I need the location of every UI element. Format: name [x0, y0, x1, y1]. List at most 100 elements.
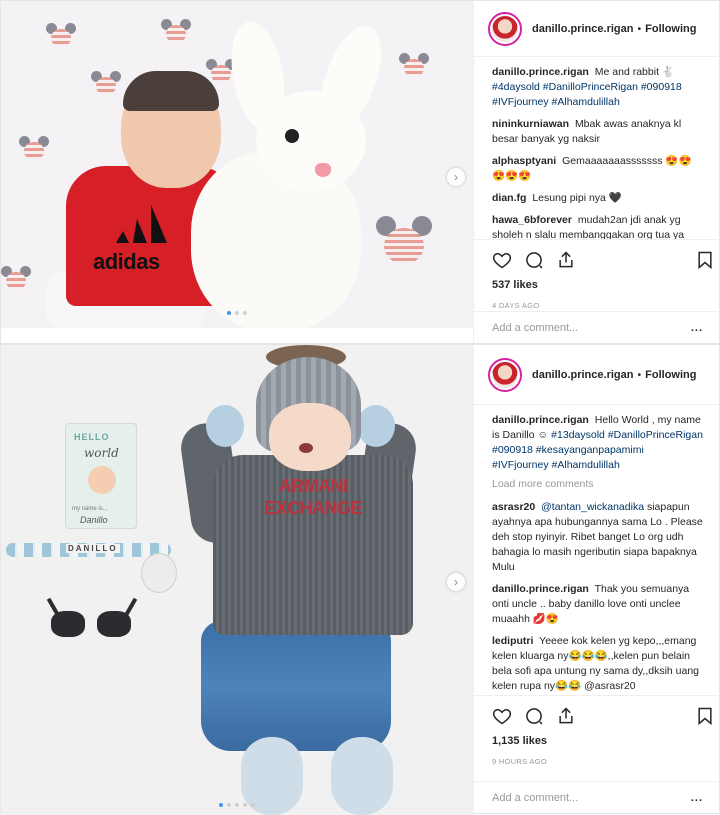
add-comment-bar: Add a comment... ...	[474, 311, 720, 343]
blanket-pattern	[161, 19, 191, 43]
comment-user[interactable]: danillo.prince.rigan	[492, 583, 589, 595]
comment-user[interactable]: hawa_6bforever	[492, 214, 572, 226]
list-item: lediputri Yeeee kok kelen yg kepo,,,eman…	[492, 634, 703, 695]
card-myname-text: my name is...	[72, 506, 108, 512]
caption-hashtags[interactable]: #4daysold #DanilloPrinceRigan #090918 #I…	[492, 81, 682, 108]
jeans	[201, 621, 391, 751]
comments-list[interactable]: danillo.prince.rigan Me and rabbit 🐇 #4d…	[474, 57, 720, 239]
post-2-sidebar: danillo.prince.rigan • Following danillo…	[473, 345, 720, 813]
rabbit-eye	[285, 129, 299, 143]
comment-text: Lesung pipi nya 🖤	[532, 192, 622, 204]
post-header: danillo.prince.rigan • Following	[474, 345, 720, 405]
caption-user[interactable]: danillo.prince.rigan	[492, 66, 589, 78]
mitten	[357, 405, 395, 447]
baby-hair	[123, 71, 219, 111]
blanket-pattern	[1, 266, 31, 290]
card-name-text: Danillo	[80, 515, 108, 525]
action-bar	[474, 239, 720, 279]
post-1-sidebar: danillo.prince.rigan • Following danillo…	[473, 1, 720, 343]
caption: danillo.prince.rigan Hello World , my na…	[492, 413, 703, 473]
shirt-brand-text: adidas	[93, 249, 160, 274]
carousel-dot	[219, 803, 223, 807]
add-comment-bar: Add a comment... ...	[474, 781, 720, 813]
carousel-dot	[251, 803, 255, 807]
post-1-photo[interactable]: adidas ›	[1, 1, 473, 328]
baby-face	[269, 403, 351, 471]
comment-user[interactable]: dian.fg	[492, 192, 526, 204]
separator-dot: •	[637, 368, 642, 381]
card-world-text: world	[84, 446, 119, 460]
comment-user[interactable]: nininkurniawan	[492, 118, 569, 130]
comment-icon[interactable]	[524, 706, 544, 726]
carousel-dot	[243, 803, 247, 807]
comments-list[interactable]: danillo.prince.rigan Hello World , my na…	[474, 405, 720, 695]
carousel-dot	[235, 803, 239, 807]
heart-icon[interactable]	[492, 250, 512, 270]
separator-dot: •	[637, 22, 642, 35]
comment-user[interactable]: lediputri	[492, 635, 533, 647]
post-2: HELLO world my name is... Danillo DANILL…	[0, 344, 720, 815]
sweater-brand-line2: EXCHANGE	[263, 498, 363, 518]
more-options-icon[interactable]: ...	[691, 322, 703, 334]
following-button[interactable]: Following	[645, 23, 696, 35]
chevron-right-icon[interactable]: ›	[447, 168, 465, 186]
sunglasses	[46, 597, 138, 637]
comment-mention[interactable]: @tantan_wickanadika	[541, 501, 644, 513]
comment-icon[interactable]	[524, 250, 544, 270]
blanket-pattern	[399, 53, 429, 77]
username-link[interactable]: danillo.prince.rigan	[532, 369, 633, 381]
post-1: adidas › danillo.prince.rigan • Followin…	[0, 0, 720, 344]
blanket-pattern	[46, 23, 76, 47]
more-options-icon[interactable]: ...	[691, 792, 703, 804]
rabbit-head	[256, 91, 366, 191]
list-item: alphasptyani Gemaaaaaaasssssss 😍😍😍😍😍	[492, 154, 703, 184]
post-2-photo[interactable]: HELLO world my name is... Danillo DANILL…	[1, 345, 473, 815]
caption-text: Me and rabbit 🐇	[594, 66, 675, 78]
likes-count[interactable]: 1,135 likes	[474, 735, 720, 753]
post-time[interactable]: 9 HOURS AGO	[474, 753, 720, 773]
mitten	[206, 405, 244, 447]
card-baby-illustration	[88, 466, 116, 494]
bookmark-icon[interactable]	[695, 706, 715, 726]
likes-count[interactable]: 537 likes	[474, 279, 720, 297]
share-icon[interactable]	[556, 706, 576, 726]
heart-icon[interactable]	[492, 706, 512, 726]
username-link[interactable]: danillo.prince.rigan	[532, 23, 633, 35]
share-icon[interactable]	[556, 250, 576, 270]
caption-user[interactable]: danillo.prince.rigan	[492, 414, 589, 426]
following-button[interactable]: Following	[645, 369, 696, 381]
post-header: danillo.prince.rigan • Following	[474, 1, 720, 57]
carousel-dot	[243, 311, 247, 315]
carousel-dots	[219, 803, 255, 807]
bookmark-icon[interactable]	[695, 250, 715, 270]
card-hello-text: HELLO	[74, 432, 110, 442]
list-item: nininkurniawan Mbak awas anaknya kl besa…	[492, 117, 703, 147]
chevron-right-icon[interactable]: ›	[447, 573, 465, 591]
avatar[interactable]	[488, 357, 522, 392]
hello-world-card: HELLO world my name is... Danillo	[65, 423, 137, 529]
baby-sock	[331, 737, 393, 815]
sweater-brand-line1: ARMANI	[278, 476, 349, 496]
clip-name-text: DANILLO	[66, 544, 120, 553]
adidas-logo-icon	[116, 205, 167, 243]
sweater-brand: ARMANI EXCHANGE	[233, 475, 393, 519]
list-item: dian.fg Lesung pipi nya 🖤	[492, 191, 703, 206]
comment-user[interactable]: asrasr20	[492, 501, 535, 513]
add-comment-input[interactable]: Add a comment...	[492, 792, 578, 804]
add-comment-input[interactable]: Add a comment...	[492, 322, 578, 334]
carousel-dots	[227, 311, 247, 315]
blanket-pattern	[91, 71, 121, 95]
caption: danillo.prince.rigan Me and rabbit 🐇 #4d…	[492, 65, 703, 110]
pacifier-clip: DANILLO	[6, 543, 171, 557]
baby-mouth	[299, 443, 313, 453]
list-item: hawa_6bforever mudah2an jdi anak yg shol…	[492, 213, 703, 239]
rabbit-nose	[315, 163, 331, 177]
comment-user[interactable]: alphasptyani	[492, 155, 556, 167]
list-item: danillo.prince.rigan Thak you semuanya o…	[492, 582, 703, 627]
load-more-comments-button[interactable]: Load more comments	[492, 477, 703, 492]
carousel-dot	[235, 311, 239, 315]
avatar[interactable]	[488, 11, 522, 46]
carousel-dot	[227, 803, 231, 807]
pacifier	[141, 553, 177, 593]
action-bar	[474, 695, 720, 735]
